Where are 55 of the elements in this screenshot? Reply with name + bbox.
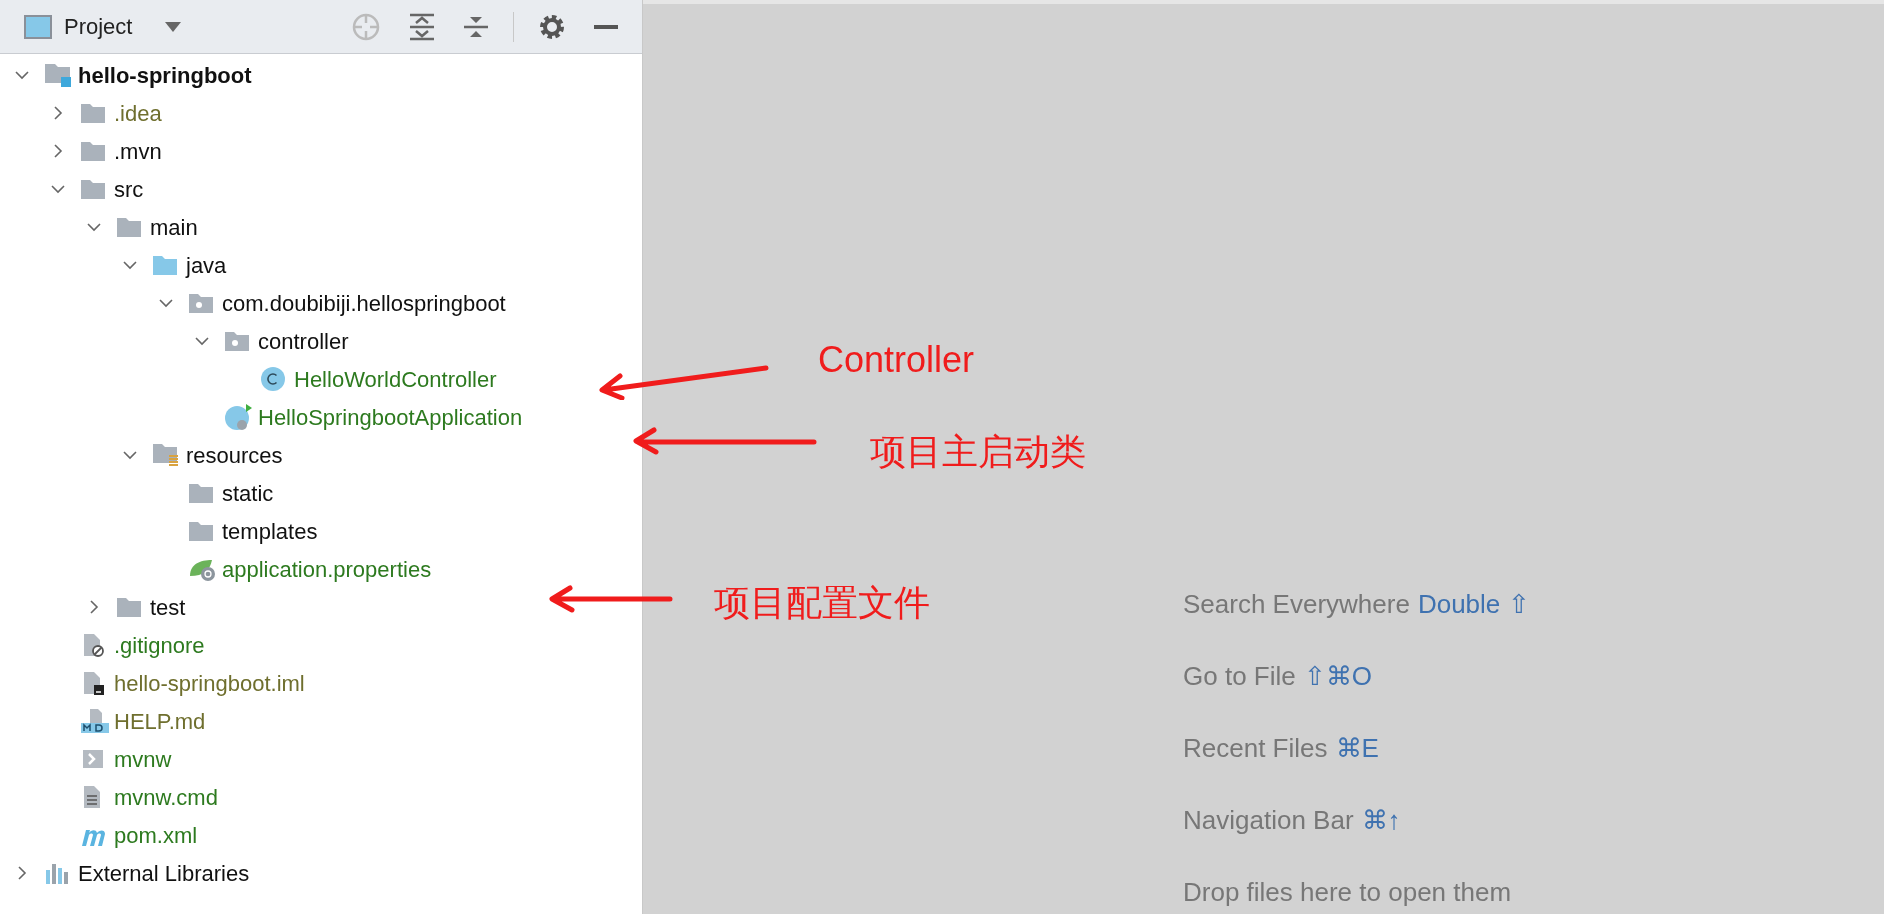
hint-text: Recent Files	[1183, 732, 1328, 764]
markdown-file-icon	[80, 708, 110, 734]
folder-icon	[188, 482, 214, 504]
minimize-icon[interactable]	[594, 23, 618, 30]
dropdown-caret-icon[interactable]	[164, 20, 183, 33]
hint-text: Navigation Bar	[1183, 804, 1354, 836]
tree-item[interactable]: hello-springboot	[78, 58, 252, 92]
window-icon	[24, 14, 52, 39]
settings-icon[interactable]	[538, 12, 566, 41]
annotation-label: Controller	[818, 338, 975, 382]
tree-item[interactable]: mvnw.cmd	[114, 780, 218, 814]
folder-icon	[152, 254, 178, 276]
tree-item[interactable]: resources	[186, 438, 283, 472]
shortcut-text: ⇧⌘O	[1303, 660, 1372, 692]
hint-text: Drop files here to open them	[1183, 876, 1512, 908]
tree-item[interactable]: application.properties	[222, 552, 432, 586]
annotation-label: 项目配置文件	[714, 581, 930, 625]
tree-item[interactable]: External Libraries	[78, 856, 250, 890]
shortcut-text: Double ⇧	[1417, 588, 1530, 620]
tree-item[interactable]: hello-springboot.iml	[114, 666, 305, 700]
tree-item[interactable]: .mvn	[114, 134, 162, 168]
folder-icon	[116, 216, 142, 238]
tree-item[interactable]: .idea	[114, 96, 162, 130]
tree-item[interactable]: main	[150, 210, 198, 244]
tree-item[interactable]: com.doubibiji.hellospringboot	[222, 286, 506, 320]
resources-folder-icon	[152, 442, 180, 468]
shortcut-text: ⌘E	[1335, 732, 1379, 764]
tree-item[interactable]: java	[186, 248, 227, 282]
folder-icon	[80, 178, 106, 200]
folder-icon	[80, 102, 106, 124]
tree-item[interactable]: pom.xml	[114, 818, 198, 852]
tree-item[interactable]: src	[114, 172, 144, 206]
package-icon	[188, 292, 214, 314]
annotation-label: 项目主启动类	[870, 430, 1086, 474]
package-icon	[224, 330, 250, 352]
run-class-icon	[224, 403, 252, 431]
tree-item[interactable]: controller	[258, 324, 349, 358]
hint-text: Search Everywhere	[1183, 588, 1410, 620]
tree-item[interactable]: .gitignore	[114, 628, 205, 662]
tree-item[interactable]: static	[222, 476, 274, 510]
hint-text: Go to File	[1183, 660, 1296, 692]
panel-title[interactable]: Project	[64, 10, 133, 43]
tree-item[interactable]: HelloSpringbootApplication	[258, 400, 523, 434]
module-icon	[44, 62, 72, 88]
tree-item[interactable]: templates	[222, 514, 318, 548]
tree-item[interactable]: test	[150, 590, 186, 624]
tree-item[interactable]: mvnw	[114, 742, 172, 776]
folder-icon	[116, 596, 142, 618]
tree-item[interactable]: HELP.md	[114, 704, 206, 738]
class-icon	[260, 366, 286, 392]
shortcut-text: ⌘↑	[1361, 804, 1401, 836]
expand-all-icon[interactable]	[409, 12, 435, 41]
folder-icon	[188, 520, 214, 542]
folder-icon	[80, 140, 106, 162]
tree-item[interactable]: HelloWorldController	[294, 362, 497, 396]
